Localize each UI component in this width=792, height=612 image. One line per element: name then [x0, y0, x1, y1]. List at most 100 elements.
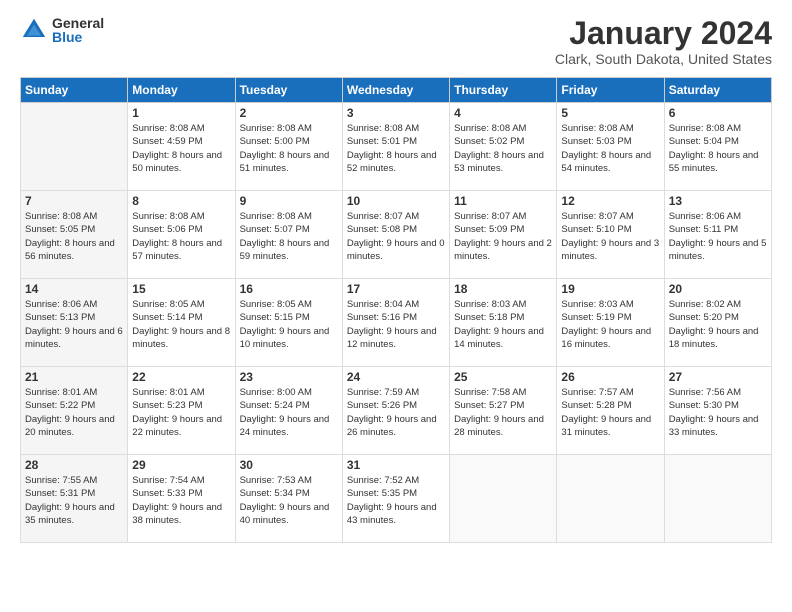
calendar-cell-w4-d2: 22Sunrise: 8:01 AM Sunset: 5:23 PM Dayli…: [128, 367, 235, 455]
day-number-w3-d5: 18: [454, 282, 552, 296]
header-sunday: Sunday: [21, 78, 128, 103]
calendar-cell-w1-d3: 2Sunrise: 8:08 AM Sunset: 5:00 PM Daylig…: [235, 103, 342, 191]
day-info-w4-d5: Sunrise: 7:58 AM Sunset: 5:27 PM Dayligh…: [454, 386, 552, 439]
day-info-w2-d5: Sunrise: 8:07 AM Sunset: 5:09 PM Dayligh…: [454, 210, 552, 263]
day-number-w4-d6: 26: [561, 370, 659, 384]
day-info-w1-d3: Sunrise: 8:08 AM Sunset: 5:00 PM Dayligh…: [240, 122, 338, 175]
calendar-cell-w4-d1: 21Sunrise: 8:01 AM Sunset: 5:22 PM Dayli…: [21, 367, 128, 455]
day-info-w2-d7: Sunrise: 8:06 AM Sunset: 5:11 PM Dayligh…: [669, 210, 767, 263]
day-number-w3-d7: 20: [669, 282, 767, 296]
day-info-w4-d3: Sunrise: 8:00 AM Sunset: 5:24 PM Dayligh…: [240, 386, 338, 439]
day-number-w1-d4: 3: [347, 106, 445, 120]
day-number-w2-d7: 13: [669, 194, 767, 208]
calendar-cell-w2-d2: 8 Sunrise: 8:08 AM Sunset: 5:06 PM Daylig…: [128, 191, 235, 279]
calendar-cell-w2-d6: 12 Sunrise: 8:07 AM Sunset: 5:10 PM Dayli…: [557, 191, 664, 279]
logo-general-text: General: [52, 16, 104, 30]
calendar-cell-w2-d4: 10 Sunrise: 8:07 AM Sunset: 5:08 PM Dayli…: [342, 191, 449, 279]
day-number-w2-d6: 12: [561, 194, 659, 208]
calendar-cell-w2-d3: 9 Sunrise: 8:08 AM Sunset: 5:07 PM Daylig…: [235, 191, 342, 279]
day-info-w2-d2: Sunrise: 8:08 AM Sunset: 5:06 PM Dayligh…: [132, 210, 230, 263]
logo-blue-text: Blue: [52, 30, 104, 44]
day-info-w2-d6: Sunrise: 8:07 AM Sunset: 5:10 PM Dayligh…: [561, 210, 659, 263]
calendar-cell-w4-d3: 23Sunrise: 8:00 AM Sunset: 5:24 PM Dayli…: [235, 367, 342, 455]
calendar-cell-w3-d5: 18 Sunrise: 8:03 AM Sunset: 5:18 PM Dayli…: [450, 279, 557, 367]
day-number-w2-d2: 8: [132, 194, 230, 208]
calendar-cell-w2-d7: 13 Sunrise: 8:06 AM Sunset: 5:11 PM Dayli…: [664, 191, 771, 279]
calendar-cell-w5-d4: 31Sunrise: 7:52 AM Sunset: 5:35 PM Dayli…: [342, 455, 449, 543]
day-number-w4-d5: 25: [454, 370, 552, 384]
calendar-cell-w1-d2: 1Sunrise: 8:08 AM Sunset: 4:59 PM Daylig…: [128, 103, 235, 191]
day-info-w3-d4: Sunrise: 8:04 AM Sunset: 5:16 PM Dayligh…: [347, 298, 445, 351]
header-monday: Monday: [128, 78, 235, 103]
header-wednesday: Wednesday: [342, 78, 449, 103]
calendar-cell-w1-d1: [21, 103, 128, 191]
day-number-w2-d4: 10: [347, 194, 445, 208]
calendar-cell-w2-d5: 11 Sunrise: 8:07 AM Sunset: 5:09 PM Dayli…: [450, 191, 557, 279]
day-info-w3-d5: Sunrise: 8:03 AM Sunset: 5:18 PM Dayligh…: [454, 298, 552, 351]
day-number-w3-d1: 14: [25, 282, 123, 296]
day-info-w1-d7: Sunrise: 8:08 AM Sunset: 5:04 PM Dayligh…: [669, 122, 767, 175]
day-number-w2-d5: 11: [454, 194, 552, 208]
calendar-cell-w5-d3: 30 Sunrise: 7:53 AM Sunset: 5:34 PM Dayli…: [235, 455, 342, 543]
calendar-cell-w5-d6: [557, 455, 664, 543]
day-number-w4-d1: 21: [25, 370, 123, 384]
day-info-w4-d2: Sunrise: 8:01 AM Sunset: 5:23 PM Dayligh…: [132, 386, 230, 439]
location: Clark, South Dakota, United States: [555, 51, 772, 67]
calendar-cell-w5-d1: 28Sunrise: 7:55 AM Sunset: 5:31 PM Dayli…: [21, 455, 128, 543]
day-number-w3-d3: 16: [240, 282, 338, 296]
week-row-1: 1Sunrise: 8:08 AM Sunset: 4:59 PM Daylig…: [21, 103, 772, 191]
day-info-w2-d4: Sunrise: 8:07 AM Sunset: 5:08 PM Dayligh…: [347, 210, 445, 263]
day-number-w1-d7: 6: [669, 106, 767, 120]
day-number-w5-d3: 30: [240, 458, 338, 472]
day-info-w1-d2: Sunrise: 8:08 AM Sunset: 4:59 PM Dayligh…: [132, 122, 230, 175]
day-number-w5-d1: 28: [25, 458, 123, 472]
header-thursday: Thursday: [450, 78, 557, 103]
calendar-cell-w4-d4: 24Sunrise: 7:59 AM Sunset: 5:26 PM Dayli…: [342, 367, 449, 455]
header-row: Sunday Monday Tuesday Wednesday Thursday…: [21, 78, 772, 103]
day-info-w1-d5: Sunrise: 8:08 AM Sunset: 5:02 PM Dayligh…: [454, 122, 552, 175]
calendar-cell-w3-d3: 16 Sunrise: 8:05 AM Sunset: 5:15 PM Dayli…: [235, 279, 342, 367]
calendar-cell-w2-d1: 7 Sunrise: 8:08 AM Sunset: 5:05 PM Daylig…: [21, 191, 128, 279]
day-info-w2-d1: Sunrise: 8:08 AM Sunset: 5:05 PM Dayligh…: [25, 210, 123, 263]
day-info-w2-d3: Sunrise: 8:08 AM Sunset: 5:07 PM Dayligh…: [240, 210, 338, 263]
day-number-w2-d1: 7: [25, 194, 123, 208]
day-info-w4-d6: Sunrise: 7:57 AM Sunset: 5:28 PM Dayligh…: [561, 386, 659, 439]
day-number-w5-d2: 29: [132, 458, 230, 472]
day-info-w1-d6: Sunrise: 8:08 AM Sunset: 5:03 PM Dayligh…: [561, 122, 659, 175]
day-info-w1-d4: Sunrise: 8:08 AM Sunset: 5:01 PM Dayligh…: [347, 122, 445, 175]
day-number-w4-d4: 24: [347, 370, 445, 384]
calendar-cell-w5-d5: [450, 455, 557, 543]
day-number-w3-d6: 19: [561, 282, 659, 296]
day-number-w2-d3: 9: [240, 194, 338, 208]
day-info-w3-d2: Sunrise: 8:05 AM Sunset: 5:14 PM Dayligh…: [132, 298, 230, 351]
calendar-cell-w5-d2: 29Sunrise: 7:54 AM Sunset: 5:33 PM Dayli…: [128, 455, 235, 543]
week-row-5: 28Sunrise: 7:55 AM Sunset: 5:31 PM Dayli…: [21, 455, 772, 543]
header: General Blue January 2024 Clark, South D…: [20, 16, 772, 67]
calendar-cell-w3-d7: 20 Sunrise: 8:02 AM Sunset: 5:20 PM Dayli…: [664, 279, 771, 367]
day-info-w3-d1: Sunrise: 8:06 AM Sunset: 5:13 PM Dayligh…: [25, 298, 123, 351]
day-info-w4-d7: Sunrise: 7:56 AM Sunset: 5:30 PM Dayligh…: [669, 386, 767, 439]
day-info-w3-d3: Sunrise: 8:05 AM Sunset: 5:15 PM Dayligh…: [240, 298, 338, 351]
calendar-cell-w5-d7: [664, 455, 771, 543]
logo-icon: [20, 16, 48, 44]
calendar: Sunday Monday Tuesday Wednesday Thursday…: [20, 77, 772, 543]
day-number-w3-d4: 17: [347, 282, 445, 296]
header-friday: Friday: [557, 78, 664, 103]
day-info-w3-d7: Sunrise: 8:02 AM Sunset: 5:20 PM Dayligh…: [669, 298, 767, 351]
calendar-cell-w3-d1: 14 Sunrise: 8:06 AM Sunset: 5:13 PM Dayli…: [21, 279, 128, 367]
calendar-cell-w4-d6: 26 Sunrise: 7:57 AM Sunset: 5:28 PM Dayli…: [557, 367, 664, 455]
calendar-cell-w3-d6: 19 Sunrise: 8:03 AM Sunset: 5:19 PM Dayli…: [557, 279, 664, 367]
day-number-w4-d7: 27: [669, 370, 767, 384]
day-info-w5-d3: Sunrise: 7:53 AM Sunset: 5:34 PM Dayligh…: [240, 474, 338, 527]
day-number-w5-d4: 31: [347, 458, 445, 472]
calendar-cell-w1-d5: 4 Sunrise: 8:08 AM Sunset: 5:02 PM Daylig…: [450, 103, 557, 191]
logo: General Blue: [20, 16, 104, 44]
day-number-w1-d5: 4: [454, 106, 552, 120]
calendar-cell-w4-d5: 25 Sunrise: 7:58 AM Sunset: 5:27 PM Dayli…: [450, 367, 557, 455]
day-info-w3-d6: Sunrise: 8:03 AM Sunset: 5:19 PM Dayligh…: [561, 298, 659, 351]
week-row-4: 21Sunrise: 8:01 AM Sunset: 5:22 PM Dayli…: [21, 367, 772, 455]
header-tuesday: Tuesday: [235, 78, 342, 103]
month-title: January 2024: [555, 16, 772, 51]
calendar-cell-w1-d7: 6 Sunrise: 8:08 AM Sunset: 5:04 PM Daylig…: [664, 103, 771, 191]
header-saturday: Saturday: [664, 78, 771, 103]
